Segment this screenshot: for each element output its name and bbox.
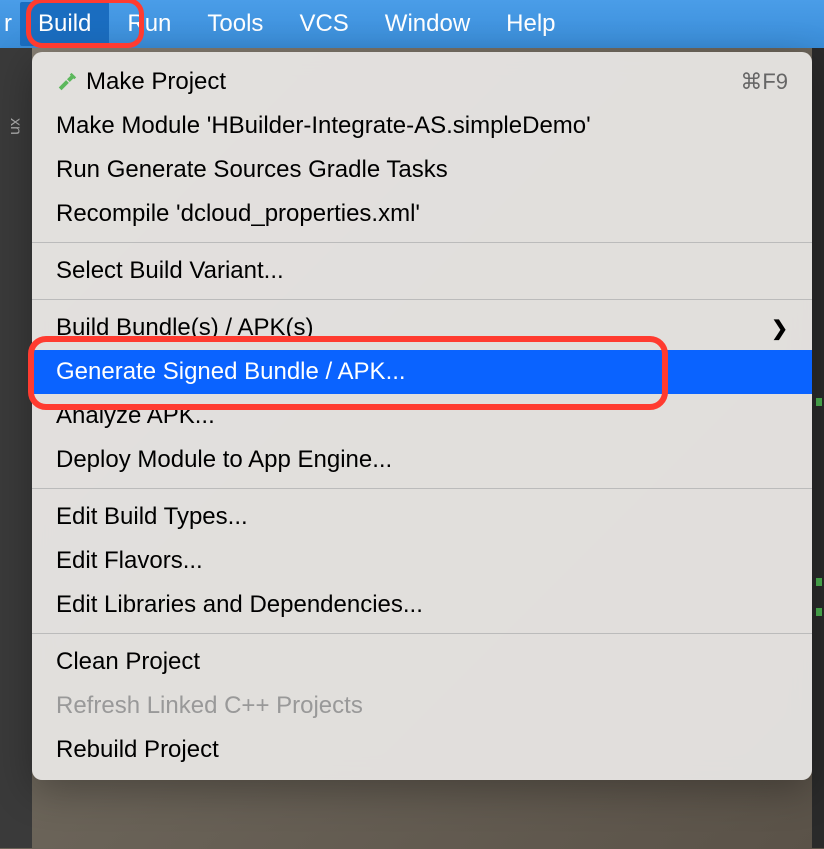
hammer-icon (56, 71, 86, 93)
menu-item-generate-signed-bundle-apk[interactable]: Generate Signed Bundle / APK... (32, 350, 812, 394)
scrollbar-marker (816, 578, 822, 586)
menu-item-make-project[interactable]: Make Project ⌘F9 (32, 60, 812, 104)
scrollbar-marker (816, 398, 822, 406)
menu-item-edit-flavors[interactable]: Edit Flavors... (32, 539, 812, 583)
ide-left-gutter: xn (0, 48, 32, 848)
menu-item-make-module[interactable]: Make Module 'HBuilder-Integrate-AS.simpl… (32, 104, 812, 148)
menu-item-build-bundles-apks[interactable]: Build Bundle(s) / APK(s) ❯ (32, 306, 812, 350)
menu-item-label: Rebuild Project (56, 736, 788, 764)
menu-item-run-generate-sources[interactable]: Run Generate Sources Gradle Tasks (32, 148, 812, 192)
menu-item-label: Build Bundle(s) / APK(s) (56, 314, 771, 342)
menu-build[interactable]: Build (20, 2, 109, 46)
menu-item-label: Make Project (86, 68, 740, 96)
menu-item-label: Generate Signed Bundle / APK... (56, 358, 788, 386)
menu-separator (32, 633, 812, 634)
menu-help[interactable]: Help (488, 2, 573, 46)
menu-item-edit-build-types[interactable]: Edit Build Types... (32, 495, 812, 539)
menu-item-refresh-linked-cpp: Refresh Linked C++ Projects (32, 684, 812, 728)
menu-item-rebuild-project[interactable]: Rebuild Project (32, 728, 812, 772)
menu-item-label: Select Build Variant... (56, 257, 788, 285)
menu-separator (32, 242, 812, 243)
menu-item-shortcut: ⌘F9 (740, 69, 788, 95)
menu-item-label: Clean Project (56, 648, 788, 676)
menu-item-label: Deploy Module to App Engine... (56, 446, 788, 474)
menu-separator (32, 488, 812, 489)
menu-tools[interactable]: Tools (189, 2, 281, 46)
menu-item-label: Refresh Linked C++ Projects (56, 692, 788, 720)
menu-item-label: Make Module 'HBuilder-Integrate-AS.simpl… (56, 112, 788, 140)
menu-item-deploy-module-app-engine[interactable]: Deploy Module to App Engine... (32, 438, 812, 482)
menu-item-label: Edit Libraries and Dependencies... (56, 591, 788, 619)
menubar-partial-char: r (0, 10, 20, 38)
chevron-right-icon: ❯ (771, 316, 788, 341)
menu-item-label: Recompile 'dcloud_properties.xml' (56, 200, 788, 228)
menu-item-select-build-variant[interactable]: Select Build Variant... (32, 249, 812, 293)
menu-item-analyze-apk[interactable]: Analyze APK... (32, 394, 812, 438)
menu-separator (32, 299, 812, 300)
menu-item-clean-project[interactable]: Clean Project (32, 640, 812, 684)
build-dropdown-menu: Make Project ⌘F9 Make Module 'HBuilder-I… (32, 52, 812, 780)
scrollbar-marker (816, 608, 822, 616)
menu-item-edit-libraries-dependencies[interactable]: Edit Libraries and Dependencies... (32, 583, 812, 627)
menu-run[interactable]: Run (109, 2, 189, 46)
menu-item-label: Edit Flavors... (56, 547, 788, 575)
gutter-text: xn (0, 48, 24, 135)
menu-item-recompile[interactable]: Recompile 'dcloud_properties.xml' (32, 192, 812, 236)
menu-window[interactable]: Window (367, 2, 488, 46)
menu-item-label: Edit Build Types... (56, 503, 788, 531)
menubar: r Build Run Tools VCS Window Help (0, 0, 824, 48)
ide-right-edge (812, 48, 824, 848)
menu-item-label: Analyze APK... (56, 402, 788, 430)
menu-item-label: Run Generate Sources Gradle Tasks (56, 156, 788, 184)
menu-vcs[interactable]: VCS (281, 2, 366, 46)
